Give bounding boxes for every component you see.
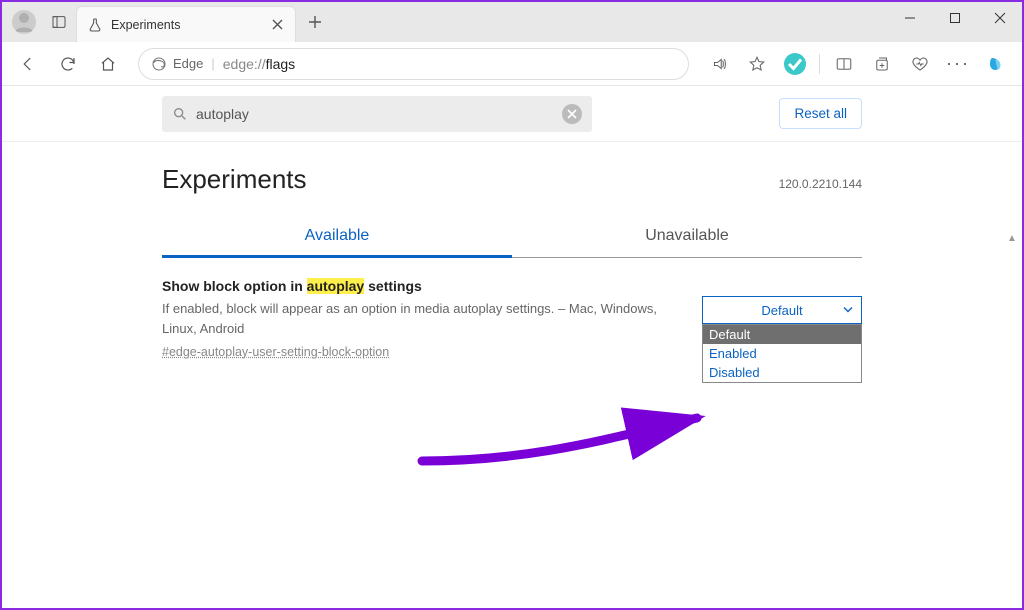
flag-title: Show block option in autoplay settings <box>162 278 682 294</box>
read-aloud-icon[interactable] <box>703 48 735 80</box>
edge-logo-icon <box>151 56 167 72</box>
split-screen-icon[interactable] <box>828 48 860 80</box>
browser-tab[interactable]: Experiments <box>76 6 296 42</box>
ellipsis-icon: ··· <box>946 53 970 74</box>
clear-search-button[interactable] <box>562 104 582 124</box>
version-label: 120.0.2210.144 <box>779 177 862 191</box>
flask-icon <box>87 17 103 33</box>
home-button[interactable] <box>92 48 124 80</box>
refresh-button[interactable] <box>52 48 84 80</box>
option-disabled[interactable]: Disabled <box>703 363 861 382</box>
profile-avatar[interactable] <box>12 10 36 34</box>
back-button[interactable] <box>12 48 44 80</box>
option-enabled[interactable]: Enabled <box>703 344 861 363</box>
subtabs: Available Unavailable <box>162 217 862 258</box>
address-bar[interactable]: Edge | edge://flags <box>138 48 689 80</box>
window-controls <box>887 2 1022 42</box>
flag-select[interactable]: Default <box>702 296 862 324</box>
page-header: Experiments 120.0.2210.144 <box>162 164 862 195</box>
close-icon <box>567 109 577 119</box>
title-bar: Experiments <box>2 2 1022 42</box>
chevron-down-icon <box>843 303 853 318</box>
checkmark-icon <box>784 53 806 75</box>
flag-item: Show block option in autoplay settings I… <box>162 278 862 383</box>
flag-select-value: Default <box>761 303 802 318</box>
favorite-star-icon[interactable] <box>741 48 773 80</box>
page-title: Experiments <box>162 164 307 195</box>
flag-select-dropdown: Default Enabled Disabled <box>702 324 862 383</box>
flag-hash-link[interactable]: #edge-autoplay-user-setting-block-option <box>162 345 389 359</box>
workspaces-icon[interactable] <box>48 11 70 33</box>
browser-window: Experiments Edge | edge://flags <box>0 0 1024 610</box>
site-identity: Edge <box>151 56 203 72</box>
search-icon <box>172 106 188 122</box>
tab-unavailable[interactable]: Unavailable <box>512 217 862 257</box>
scroll-up-icon[interactable]: ▲ <box>1006 232 1018 244</box>
flag-description: If enabled, block will appear as an opti… <box>162 299 682 338</box>
toolbar-separator <box>819 54 820 74</box>
copilot-icon[interactable] <box>980 48 1012 80</box>
tab-close-button[interactable] <box>269 17 285 33</box>
search-input[interactable] <box>196 106 554 122</box>
minimize-button[interactable] <box>887 2 932 34</box>
addr-separator: | <box>211 56 214 71</box>
search-row: Reset all <box>2 86 1022 142</box>
extension-badge[interactable] <box>779 48 811 80</box>
health-icon[interactable] <box>904 48 936 80</box>
search-box <box>162 96 592 132</box>
collections-icon[interactable] <box>866 48 898 80</box>
reset-all-button[interactable]: Reset all <box>779 98 862 129</box>
toolbar: Edge | edge://flags ··· <box>2 42 1022 86</box>
url-text: edge://flags <box>223 56 295 72</box>
close-window-button[interactable] <box>977 2 1022 34</box>
tab-title: Experiments <box>111 18 269 32</box>
option-default[interactable]: Default <box>703 325 861 344</box>
site-identity-label: Edge <box>173 56 203 71</box>
more-menu-button[interactable]: ··· <box>942 48 974 80</box>
new-tab-button[interactable] <box>300 7 330 37</box>
maximize-button[interactable] <box>932 2 977 34</box>
scrollbar[interactable]: ▲ <box>1006 232 1018 452</box>
tab-available[interactable]: Available <box>162 217 512 258</box>
page-content: Reset all Experiments 120.0.2210.144 Ava… <box>2 86 1022 608</box>
annotation-arrow <box>417 406 717 486</box>
